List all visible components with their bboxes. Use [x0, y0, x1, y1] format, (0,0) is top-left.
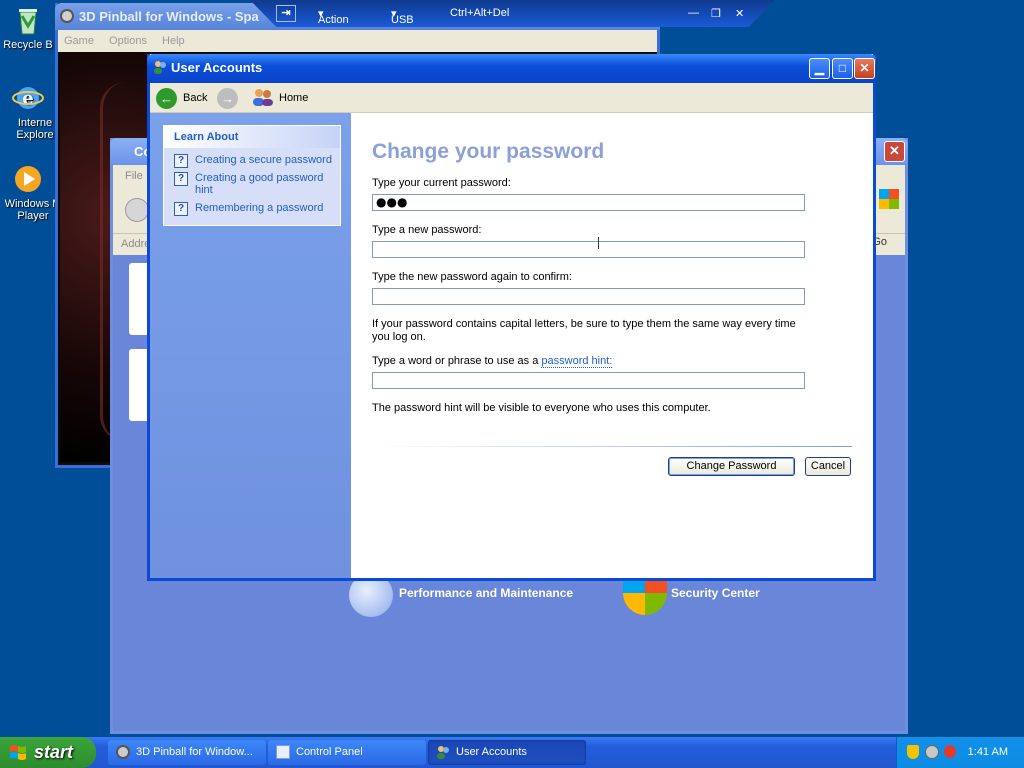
- learn-about-heading: Learn About: [164, 126, 340, 148]
- user-accounts-titlebar[interactable]: User Accounts ▁ □ ✕: [147, 54, 876, 83]
- home-button[interactable]: Home: [252, 87, 308, 109]
- pinball-menu-options[interactable]: Options: [109, 35, 147, 47]
- learn-link-good-password-hint[interactable]: ? Creating a good password hint: [164, 172, 340, 196]
- system-tray: 1:41 AM: [896, 737, 1024, 768]
- page-title: Change your password: [372, 140, 605, 163]
- home-users-icon: [252, 87, 274, 110]
- user-accounts-icon: [153, 60, 167, 74]
- start-button[interactable]: start: [0, 737, 96, 768]
- current-password-field[interactable]: ●●●: [372, 194, 805, 211]
- taskbar-item-pinball[interactable]: 3D Pinball for Window...: [108, 740, 266, 765]
- remote-close-icon[interactable]: ✕: [735, 7, 744, 20]
- desktop-icon-windows-media-player[interactable]: Windows M Player: [0, 163, 61, 222]
- new-password-label: Type a new password:: [372, 224, 482, 236]
- change-password-form: Change your password Type your current p…: [351, 113, 873, 578]
- text-cursor-icon: [598, 237, 602, 249]
- back-arrow-icon: ←: [156, 87, 177, 109]
- remote-restore-icon[interactable]: ❐: [711, 7, 721, 20]
- minimize-button[interactable]: ▁: [809, 58, 830, 79]
- start-label: start: [34, 742, 74, 762]
- password-hint-label: Type a word or phrase to use as a passwo…: [372, 355, 613, 368]
- learn-link-secure-password[interactable]: ? Creating a secure password: [164, 154, 340, 168]
- security-alert-icon[interactable]: [907, 745, 919, 759]
- error-icon[interactable]: [944, 745, 956, 758]
- back-label: Back: [183, 92, 208, 104]
- new-password-field[interactable]: [372, 241, 805, 258]
- confirm-password-label: Type the new password again to confirm:: [372, 271, 572, 283]
- confirm-password-field[interactable]: [372, 288, 805, 305]
- clock[interactable]: 1:41 AM: [968, 746, 1008, 758]
- learn-about-panel: Learn About ? Creating a secure password…: [163, 125, 341, 226]
- remote-ctrl-alt-del[interactable]: Ctrl+Alt+Del: [450, 7, 509, 19]
- user-accounts-task-pane: Learn About ? Creating a secure password…: [150, 113, 351, 578]
- pinball-menu-help[interactable]: Help: [162, 35, 185, 47]
- hint-visibility-note: The password hint will be visible to eve…: [372, 402, 711, 414]
- back-button[interactable]: ← Back: [156, 87, 207, 109]
- capitals-note: If your password contains capital letter…: [372, 318, 796, 343]
- user-accounts-navbar: ← Back → Home: [150, 83, 873, 113]
- pinball-icon: [116, 745, 130, 759]
- taskbar-item-control-panel[interactable]: Control Panel: [268, 740, 426, 765]
- current-password-label: Type your current password:: [372, 177, 511, 189]
- help-question-icon: ?: [174, 172, 188, 186]
- windows-flag-icon: [9, 744, 27, 761]
- internet-explorer-icon: e: [12, 82, 44, 114]
- windows-media-player-icon: [12, 163, 44, 195]
- pinball-menubar: Game Options Help: [58, 30, 657, 52]
- control-panel-menu-file[interactable]: File: [125, 170, 143, 182]
- form-separator: [372, 446, 852, 447]
- help-question-icon: ?: [174, 154, 188, 168]
- address-label: Addre: [121, 238, 151, 250]
- user-accounts-title: User Accounts: [171, 60, 263, 75]
- pin-icon[interactable]: ⇥: [276, 5, 296, 22]
- remote-minimize-icon[interactable]: —: [688, 7, 699, 19]
- password-hint-link[interactable]: password hint:: [541, 355, 613, 368]
- home-label: Home: [279, 92, 309, 104]
- pinball-menu-game[interactable]: Game: [64, 35, 94, 47]
- network-icon[interactable]: [925, 745, 939, 759]
- control-panel-back-icon[interactable]: [125, 198, 149, 222]
- category-security-center[interactable]: Security Center: [671, 586, 760, 600]
- remote-usb-menu[interactable]: USB ▾: [391, 7, 414, 26]
- user-accounts-window[interactable]: User Accounts ▁ □ ✕ ← Back → Home Learn …: [147, 54, 876, 581]
- password-hint-field[interactable]: [372, 372, 805, 389]
- pinball-app-icon: [60, 9, 74, 23]
- user-accounts-icon: [436, 745, 450, 759]
- control-panel-close-icon[interactable]: ✕: [884, 141, 905, 162]
- desktop-icon-internet-explorer[interactable]: e Interne Explore: [0, 82, 56, 141]
- control-panel-icon: [276, 745, 290, 759]
- windows-logo-icon: [879, 189, 899, 209]
- pinball-title: 3D Pinball for Windows - Spa: [79, 9, 259, 24]
- learn-link-remembering-password[interactable]: ? Remembering a password: [164, 202, 340, 216]
- cancel-button[interactable]: Cancel: [805, 457, 851, 476]
- desktop-icon-label: Recycle B: [3, 39, 53, 51]
- help-question-icon: ?: [174, 202, 188, 216]
- remote-action-menu[interactable]: Action ▾: [318, 7, 349, 26]
- recycle-bin-icon: [12, 4, 44, 36]
- change-password-button[interactable]: Change Password: [668, 457, 795, 476]
- close-button[interactable]: ✕: [854, 58, 875, 79]
- desktop-icon-recycle-bin[interactable]: Recycle B: [0, 4, 56, 51]
- taskbar: start 3D Pinball for Window... Control P…: [0, 737, 1024, 768]
- remote-toolbar: ⇥ Action ▾ USB ▾ Ctrl+Alt+Del — ❐ ✕: [250, 0, 775, 27]
- taskbar-item-user-accounts[interactable]: User Accounts: [428, 740, 586, 765]
- maximize-button[interactable]: □: [832, 58, 853, 79]
- forward-button[interactable]: →: [217, 87, 238, 109]
- category-performance-and-maintenance[interactable]: Performance and Maintenance: [399, 586, 573, 600]
- forward-arrow-icon: →: [217, 87, 238, 109]
